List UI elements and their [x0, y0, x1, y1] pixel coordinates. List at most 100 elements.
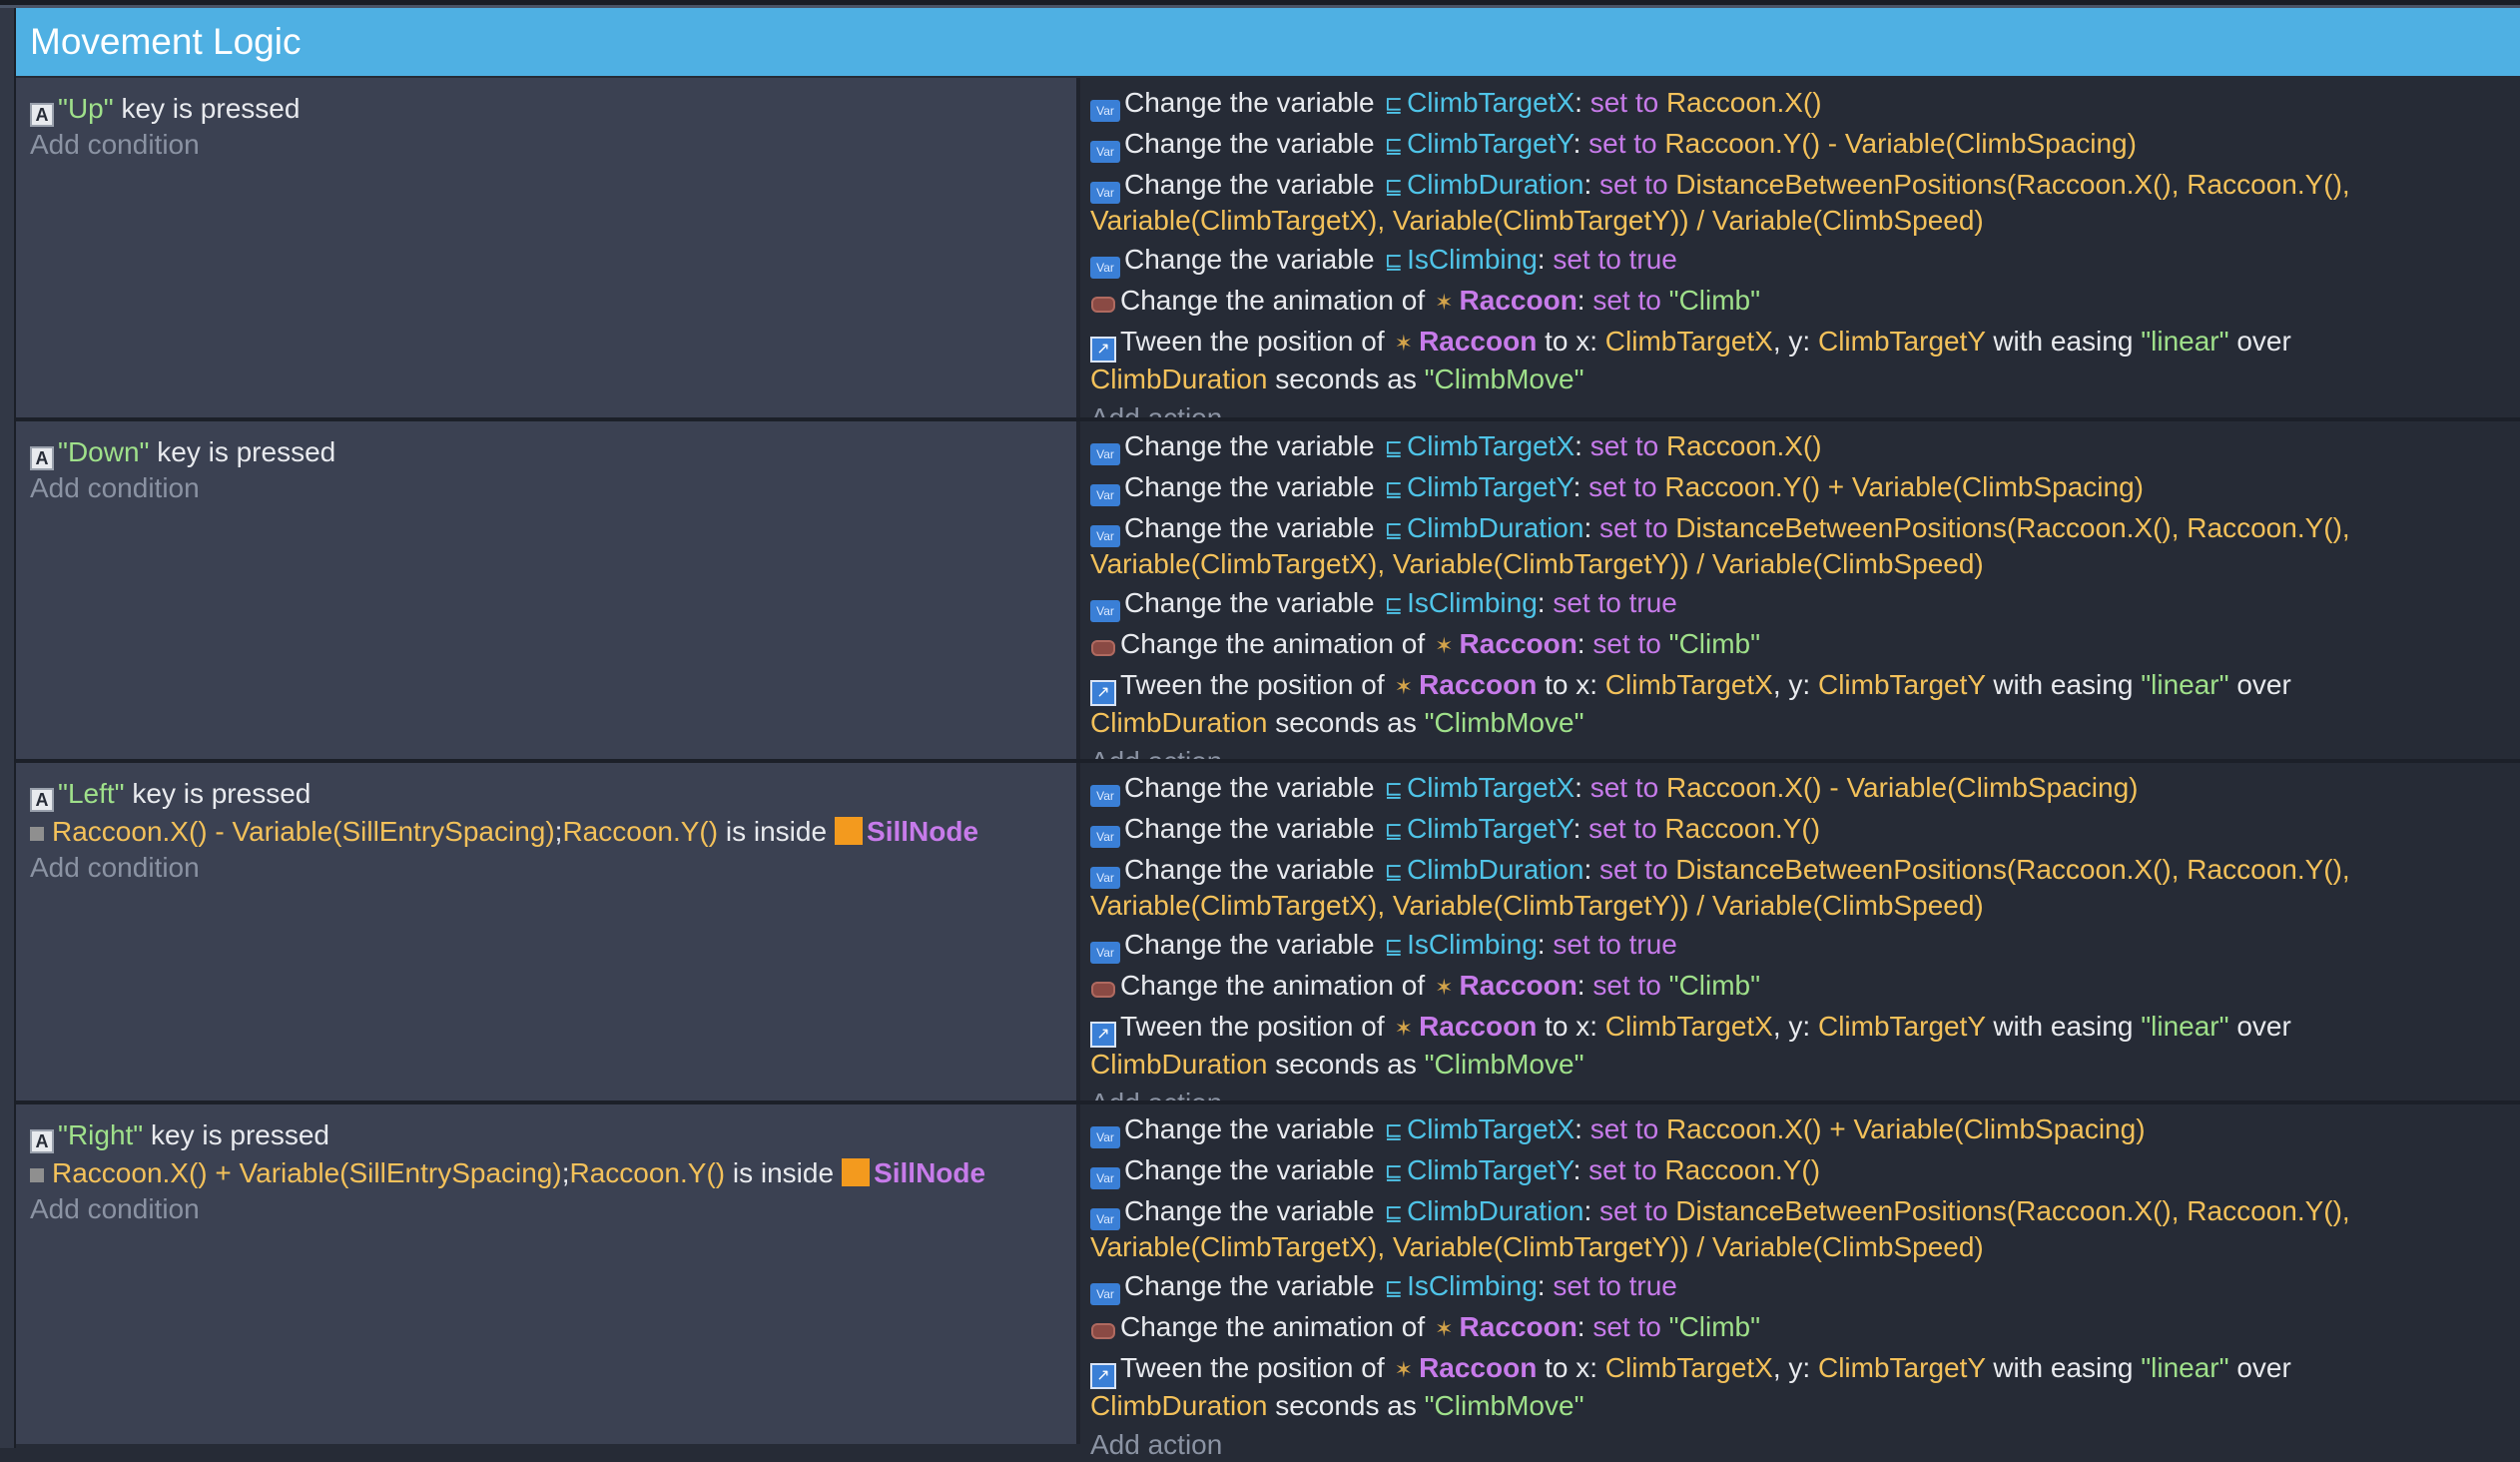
expression: Raccoon.Y() + Variable(ClimbSpacing) — [1664, 471, 2144, 502]
tween-icon: ↗ — [1090, 1363, 1116, 1389]
expression: Raccoon.X() - Variable(SillEntrySpacing) — [52, 816, 555, 847]
variable-name: IsClimbing — [1407, 1270, 1538, 1301]
expression: ClimbTargetX — [1604, 1352, 1773, 1383]
group-header[interactable]: Movement Logic — [16, 8, 2520, 76]
object-name: Raccoon — [1459, 1311, 1577, 1342]
variable-name: ClimbTargetY — [1407, 128, 1574, 159]
action-change-animation[interactable]: Change the animation of ✶ Raccoon: set to … — [1090, 969, 2520, 1005]
action-change-variable[interactable]: Var Change the variable ⊑ ClimbTargetX: set… — [1090, 86, 2520, 122]
action-text: Change the variable — [1124, 587, 1375, 618]
action-text: Change the variable — [1124, 1270, 1375, 1301]
colon: : — [1576, 285, 1585, 316]
animation-icon — [1090, 1321, 1116, 1339]
object-name: Raccoon — [1459, 970, 1577, 1001]
expression: Raccoon.X() — [1665, 87, 1822, 118]
scene-variable-icon: ⊑ — [1384, 1118, 1404, 1143]
action-change-variable[interactable]: Var Change the variable ⊑ ClimbTargetY: set… — [1090, 1153, 2520, 1189]
action-text: Change the variable — [1124, 244, 1375, 275]
condition-text: key is pressed — [151, 1119, 329, 1150]
colon: : — [1583, 854, 1592, 885]
action-text: Change the variable — [1124, 128, 1375, 159]
expression: Raccoon.X() + Variable(SillEntrySpacing) — [52, 1157, 562, 1188]
condition-key-pressed[interactable]: A "Left" key is pressed — [30, 775, 1076, 813]
operator: set to — [1588, 471, 1657, 502]
object-name: Raccoon — [1419, 326, 1538, 357]
expression: DistanceBetweenPositions(Raccoon.X(), Ra… — [1675, 169, 2350, 200]
add-condition-link[interactable]: Add condition — [30, 1192, 1076, 1226]
colon: : — [1573, 1154, 1581, 1185]
condition-key-pressed[interactable]: A "Right" key is pressed — [30, 1116, 1076, 1154]
action-text: Change the variable — [1124, 169, 1375, 200]
object-name: SillNode — [874, 1157, 986, 1188]
event-down[interactable]: A "Down" key is pressed Add condition Var… — [16, 421, 2520, 777]
condition-text: is inside — [732, 1157, 835, 1188]
operator: set to — [1592, 285, 1661, 316]
action-change-variable[interactable]: Var Change the variable ⊑ ClimbTargetY: set… — [1090, 812, 2520, 848]
action-text: Tween the position of — [1120, 326, 1385, 357]
operator: set to — [1592, 1311, 1661, 1342]
condition-point-inside-object[interactable]: Raccoon.X() - Variable(SillEntrySpacing)… — [30, 813, 1076, 851]
action-change-variable[interactable]: Var Change the variable ⊑ ClimbDuration: se… — [1090, 853, 2520, 923]
action-text: Change the animation of — [1120, 285, 1426, 316]
operator: set to true — [1553, 587, 1677, 618]
action-text: Change the variable — [1124, 471, 1375, 502]
variable-name: ClimbTargetY — [1407, 813, 1574, 844]
expression: DistanceBetweenPositions(Raccoon.X(), Ra… — [1675, 512, 2350, 543]
expression: Raccoon.X() - Variable(ClimbSpacing) — [1665, 772, 2139, 803]
action-change-variable[interactable]: Var Change the variable ⊑ ClimbTargetX: set… — [1090, 1112, 2520, 1148]
action-change-variable[interactable]: Var Change the variable ⊑ IsClimbing: set t… — [1090, 928, 2520, 964]
action-change-animation[interactable]: Change the animation of ✶ Raccoon: set to … — [1090, 1310, 2520, 1346]
action-tween-position[interactable]: ↗ Tween the position of ✶ Raccoon to x: Cli… — [1090, 668, 2520, 740]
group-title: Movement Logic — [30, 21, 302, 62]
event-up[interactable]: A "Up" key is pressed Add condition Var Ch… — [16, 78, 2520, 433]
variable-icon: Var — [1090, 1208, 1120, 1230]
add-action-link[interactable]: Add action — [1090, 1428, 2520, 1462]
action-text: Change the variable — [1124, 813, 1375, 844]
position-icon — [30, 827, 44, 841]
condition-key-pressed[interactable]: A "Up" key is pressed — [30, 90, 1076, 128]
event-right[interactable]: A "Right" key is pressed Raccoon.X() + Va… — [16, 1104, 2520, 1460]
action-change-variable[interactable]: Var Change the variable ⊑ ClimbTargetX: set… — [1090, 429, 2520, 465]
actions-column: Var Change the variable ⊑ ClimbTargetX: set… — [1080, 763, 2520, 1118]
action-change-variable[interactable]: Var Change the variable ⊑ ClimbDuration: se… — [1090, 511, 2520, 581]
action-change-variable[interactable]: Var Change the variable ⊑ IsClimbing: set t… — [1090, 586, 2520, 622]
expression: ClimbDuration — [1090, 364, 1268, 394]
condition-point-inside-object[interactable]: Raccoon.X() + Variable(SillEntrySpacing)… — [30, 1154, 1076, 1192]
action-text: Change the animation of — [1120, 1311, 1426, 1342]
action-change-variable[interactable]: Var Change the variable ⊑ IsClimbing: set t… — [1090, 1269, 2520, 1305]
keyboard-key-icon: A — [30, 788, 54, 812]
action-change-variable[interactable]: Var Change the variable ⊑ ClimbTargetY: set… — [1090, 127, 2520, 163]
condition-text: key is pressed — [132, 778, 312, 809]
action-change-variable[interactable]: Var Change the variable ⊑ ClimbTargetX: set… — [1090, 771, 2520, 807]
action-change-variable[interactable]: Var Change the variable ⊑ ClimbDuration: se… — [1090, 1194, 2520, 1264]
colon: : — [1575, 1113, 1582, 1144]
action-text: Change the variable — [1124, 1113, 1375, 1144]
action-change-variable[interactable]: Var Change the variable ⊑ ClimbDuration: se… — [1090, 168, 2520, 238]
add-condition-link[interactable]: Add condition — [30, 128, 1076, 162]
add-condition-link[interactable]: Add condition — [30, 471, 1076, 505]
variable-icon: Var — [1090, 600, 1120, 622]
action-change-animation[interactable]: Change the animation of ✶ Raccoon: set to … — [1090, 284, 2520, 320]
action-text: to x: — [1545, 326, 1598, 357]
action-text: Tween the position of — [1120, 1011, 1385, 1042]
action-text: to x: — [1545, 1011, 1598, 1042]
action-tween-position[interactable]: ↗ Tween the position of ✶ Raccoon to x: Cli… — [1090, 1351, 2520, 1423]
condition-text: is inside — [725, 816, 828, 847]
action-change-animation[interactable]: Change the animation of ✶ Raccoon: set to … — [1090, 627, 2520, 663]
action-text: with easing — [1993, 326, 2134, 357]
action-tween-position[interactable]: ↗ Tween the position of ✶ Raccoon to x: Cli… — [1090, 1010, 2520, 1082]
event-left[interactable]: A "Left" key is pressed Raccoon.X() - Var… — [16, 763, 2520, 1118]
sprite-object-icon: ✶ — [1394, 1016, 1414, 1041]
action-change-variable[interactable]: Var Change the variable ⊑ IsClimbing: set t… — [1090, 243, 2520, 279]
expression: Raccoon.X() — [1665, 430, 1822, 461]
expression: Raccoon.Y() — [1664, 1154, 1821, 1185]
operator: set to — [1588, 1154, 1657, 1185]
condition-key-pressed[interactable]: A "Down" key is pressed — [30, 433, 1076, 471]
object-name: SillNode — [867, 816, 979, 847]
expression: ClimbTargetX — [1604, 326, 1773, 357]
object-name: Raccoon — [1419, 669, 1538, 700]
action-tween-position[interactable]: ↗ Tween the position of ✶ Raccoon to x: Cli… — [1090, 325, 2520, 396]
action-change-variable[interactable]: Var Change the variable ⊑ ClimbTargetY: set… — [1090, 470, 2520, 506]
operator: set to — [1589, 430, 1659, 461]
add-condition-link[interactable]: Add condition — [30, 851, 1076, 885]
